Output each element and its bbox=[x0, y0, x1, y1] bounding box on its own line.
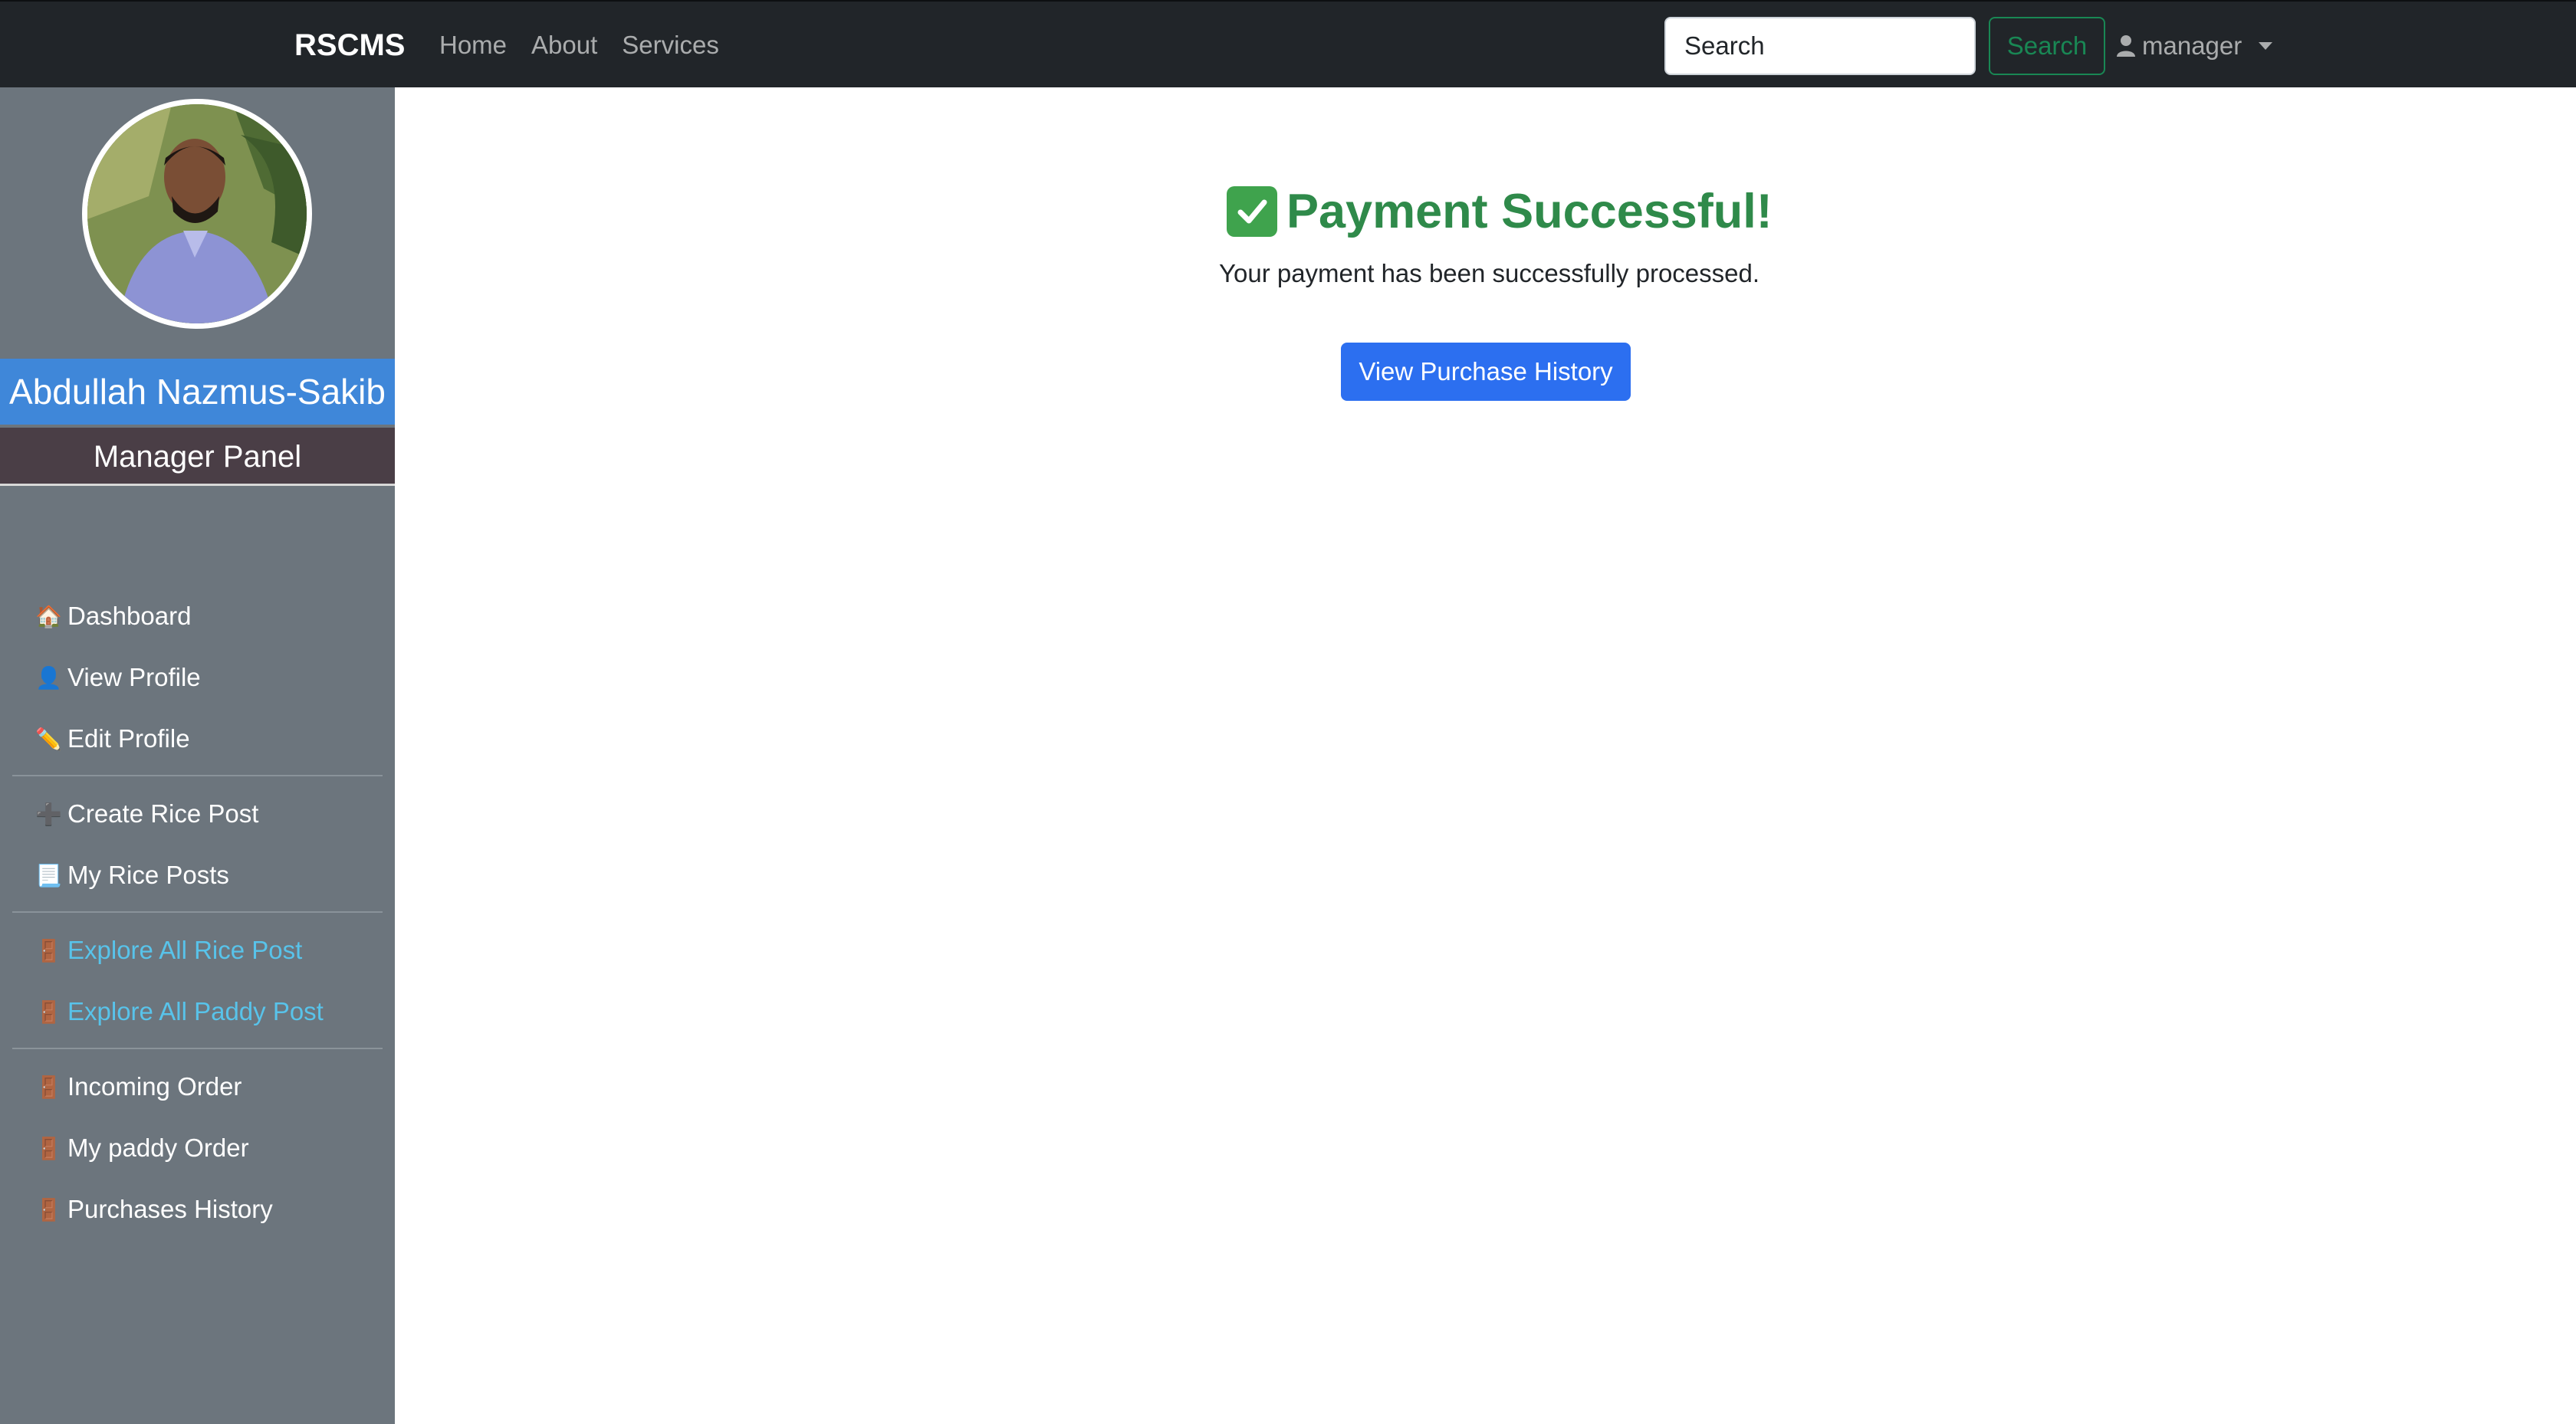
nav-link-home[interactable]: Home bbox=[439, 28, 507, 62]
profile-name: Abdullah Nazmus-Sakib bbox=[0, 359, 395, 425]
sidebar-item-label: Dashboard bbox=[67, 602, 192, 630]
sidebar-item-my-paddy-order[interactable]: 🚪 My paddy Order bbox=[35, 1127, 249, 1170]
divider bbox=[12, 775, 383, 776]
sidebar-item-label: My Rice Posts bbox=[67, 861, 229, 889]
sidebar-item-label: Incoming Order bbox=[67, 1072, 242, 1101]
search-button[interactable]: Search bbox=[1989, 17, 2105, 75]
brand-logo[interactable]: RSCMS bbox=[294, 27, 405, 64]
title-text: Payment Successful! bbox=[1286, 185, 1773, 238]
document-icon: 📃 bbox=[35, 863, 62, 888]
sidebar-item-incoming-order[interactable]: 🚪 Incoming Order bbox=[35, 1065, 242, 1108]
sidebar: Abdullah Nazmus-Sakib Manager Panel 🏠 Da… bbox=[0, 87, 395, 1424]
chevron-down-icon bbox=[2259, 42, 2273, 50]
nav-link-services[interactable]: Services bbox=[622, 28, 719, 62]
divider bbox=[12, 1048, 383, 1049]
main-content: Payment Successful! Your payment has bee… bbox=[395, 87, 2576, 1424]
house-icon: 🏠 bbox=[35, 604, 62, 628]
user-dropdown[interactable]: manager bbox=[2116, 28, 2273, 64]
user-label: manager bbox=[2142, 31, 2242, 60]
sidebar-item-my-rice-posts[interactable]: 📃 My Rice Posts bbox=[35, 854, 229, 897]
sidebar-item-label: Edit Profile bbox=[67, 724, 190, 753]
door-icon: 🚪 bbox=[35, 1075, 62, 1099]
panel-title: Manager Panel bbox=[0, 428, 395, 486]
sidebar-item-dashboard[interactable]: 🏠 Dashboard bbox=[35, 595, 191, 638]
pencil-icon: ✏️ bbox=[35, 727, 62, 751]
sidebar-item-label: Explore All Rice Post bbox=[67, 936, 303, 964]
sidebar-item-explore-paddy[interactable]: 🚪 Explore All Paddy Post bbox=[35, 990, 324, 1033]
sidebar-item-label: Purchases History bbox=[67, 1195, 273, 1223]
sidebar-item-edit-profile[interactable]: ✏️ Edit Profile bbox=[35, 717, 190, 760]
avatar bbox=[82, 99, 312, 329]
user-icon bbox=[2117, 35, 2135, 57]
sidebar-item-label: View Profile bbox=[67, 663, 201, 691]
check-mark-icon bbox=[1227, 186, 1277, 237]
door-icon: 🚪 bbox=[35, 938, 62, 963]
door-icon: 🚪 bbox=[35, 999, 62, 1024]
plus-icon: ➕ bbox=[35, 802, 62, 826]
user-icon: 👤 bbox=[35, 665, 62, 690]
search-input[interactable] bbox=[1664, 17, 1976, 75]
page-title: Payment Successful! bbox=[1227, 181, 1773, 242]
sidebar-item-explore-rice[interactable]: 🚪 Explore All Rice Post bbox=[35, 929, 302, 972]
nav-links: Home About Services bbox=[439, 28, 719, 62]
divider bbox=[12, 911, 383, 913]
door-icon: 🚪 bbox=[35, 1136, 62, 1160]
sidebar-item-label: Create Rice Post bbox=[67, 799, 259, 828]
top-navbar: RSCMS Home About Services Search manager bbox=[0, 0, 2576, 87]
sidebar-item-create-rice-post[interactable]: ➕ Create Rice Post bbox=[35, 792, 258, 835]
sidebar-item-label: My paddy Order bbox=[67, 1134, 249, 1162]
sidebar-item-purchases-history[interactable]: 🚪 Purchases History bbox=[35, 1188, 273, 1231]
sidebar-item-view-profile[interactable]: 👤 View Profile bbox=[35, 656, 201, 699]
view-purchase-history-button[interactable]: View Purchase History bbox=[1341, 343, 1631, 401]
nav-link-about[interactable]: About bbox=[531, 28, 597, 62]
success-message: Your payment has been successfully proce… bbox=[1219, 259, 1760, 287]
sidebar-item-label: Explore All Paddy Post bbox=[67, 997, 324, 1025]
avatar-photo bbox=[87, 104, 307, 323]
door-icon: 🚪 bbox=[35, 1197, 62, 1222]
